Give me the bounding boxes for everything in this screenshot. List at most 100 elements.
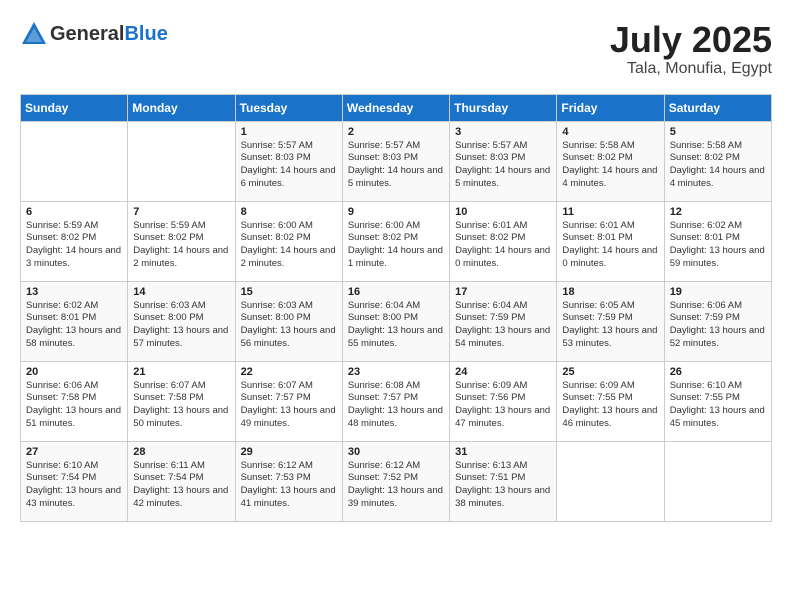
day-number: 20 (26, 366, 122, 378)
logo: GeneralBlue (20, 20, 168, 48)
week-row-3: 13 Sunrise: 6:02 AM Sunset: 8:01 PM Dayli… (21, 281, 772, 361)
cell-content: Sunrise: 6:01 AM Sunset: 8:01 PM Dayligh… (562, 220, 658, 271)
day-number: 4 (562, 126, 658, 138)
cell-content: Sunrise: 6:02 AM Sunset: 8:01 PM Dayligh… (670, 220, 766, 271)
calendar-cell: 11Sunrise: 6:01 AM Sunset: 8:01 PM Dayli… (557, 201, 664, 281)
calendar-cell: 15 Sunrise: 6:03 AM Sunset: 8:00 PM Dayli… (235, 281, 342, 361)
calendar-cell: 18 Sunrise: 6:05 AM Sunset: 7:59 PM Dayli… (557, 281, 664, 361)
cell-content: Sunrise: 6:03 AM Sunset: 8:00 PM Dayligh… (241, 300, 337, 351)
calendar-cell: 16 Sunrise: 6:04 AM Sunset: 8:00 PM Dayli… (342, 281, 449, 361)
day-number: 27 (26, 446, 122, 458)
title-block: July 2025 Tala, Monufia, Egypt (610, 20, 772, 78)
cell-content: Sunrise: 6:10 AM Sunset: 7:55 PM Dayligh… (670, 380, 766, 431)
cell-content: Sunrise: 6:09 AM Sunset: 7:55 PM Dayligh… (562, 380, 658, 431)
calendar-cell (557, 441, 664, 521)
day-number: 23 (348, 366, 444, 378)
calendar-cell: 6 Sunrise: 5:59 AM Sunset: 8:02 PM Daylig… (21, 201, 128, 281)
day-number: 29 (241, 446, 337, 458)
calendar-cell: 5 Sunrise: 5:58 AM Sunset: 8:02 PM Daylig… (664, 121, 771, 201)
cell-content: Sunrise: 6:00 AM Sunset: 8:02 PM Dayligh… (241, 220, 337, 271)
cell-content: Sunrise: 6:11 AM Sunset: 7:54 PM Dayligh… (133, 460, 229, 511)
weekday-header-saturday: Saturday (664, 94, 771, 121)
calendar-cell: 25 Sunrise: 6:09 AM Sunset: 7:55 PM Dayli… (557, 361, 664, 441)
cell-content: Sunrise: 6:02 AM Sunset: 8:01 PM Dayligh… (26, 300, 122, 351)
calendar-cell (664, 441, 771, 521)
weekday-header-monday: Monday (128, 94, 235, 121)
day-number: 7 (133, 206, 229, 218)
cell-content: Sunrise: 6:13 AM Sunset: 7:51 PM Dayligh… (455, 460, 551, 511)
weekday-header-friday: Friday (557, 94, 664, 121)
day-number: 30 (348, 446, 444, 458)
cell-content: Sunrise: 6:07 AM Sunset: 7:58 PM Dayligh… (133, 380, 229, 431)
cell-content: Sunrise: 6:01 AM Sunset: 8:02 PM Dayligh… (455, 220, 551, 271)
day-number: 15 (241, 286, 337, 298)
day-number: 16 (348, 286, 444, 298)
day-number: 22 (241, 366, 337, 378)
day-number: 24 (455, 366, 551, 378)
calendar-cell: 10 Sunrise: 6:01 AM Sunset: 8:02 PM Dayli… (450, 201, 557, 281)
day-number: 10 (455, 206, 551, 218)
calendar-cell: 30Sunrise: 6:12 AM Sunset: 7:52 PM Dayli… (342, 441, 449, 521)
day-number: 31 (455, 446, 551, 458)
calendar-cell: 7 Sunrise: 5:59 AM Sunset: 8:02 PM Daylig… (128, 201, 235, 281)
calendar-cell: 19 Sunrise: 6:06 AM Sunset: 7:59 PM Dayli… (664, 281, 771, 361)
cell-content: Sunrise: 6:04 AM Sunset: 8:00 PM Dayligh… (348, 300, 444, 351)
calendar-cell: 22Sunrise: 6:07 AM Sunset: 7:57 PM Dayli… (235, 361, 342, 441)
day-number: 9 (348, 206, 444, 218)
calendar-cell: 17 Sunrise: 6:04 AM Sunset: 7:59 PM Dayli… (450, 281, 557, 361)
weekday-header-sunday: Sunday (21, 94, 128, 121)
day-number: 3 (455, 126, 551, 138)
day-number: 12 (670, 206, 766, 218)
week-row-1: 1 Sunrise: 5:57 AM Sunset: 8:03 PM Daylig… (21, 121, 772, 201)
day-number: 28 (133, 446, 229, 458)
calendar-cell: 1 Sunrise: 5:57 AM Sunset: 8:03 PM Daylig… (235, 121, 342, 201)
cell-content: Sunrise: 6:12 AM Sunset: 7:53 PM Dayligh… (241, 460, 337, 511)
cell-content: Sunrise: 6:10 AM Sunset: 7:54 PM Dayligh… (26, 460, 122, 511)
calendar-table: SundayMondayTuesdayWednesdayThursdayFrid… (20, 94, 772, 522)
cell-content: Sunrise: 6:06 AM Sunset: 7:59 PM Dayligh… (670, 300, 766, 351)
page-subtitle: Tala, Monufia, Egypt (610, 60, 772, 78)
cell-content: Sunrise: 6:05 AM Sunset: 7:59 PM Dayligh… (562, 300, 658, 351)
day-number: 13 (26, 286, 122, 298)
week-row-4: 20 Sunrise: 6:06 AM Sunset: 7:58 PM Dayli… (21, 361, 772, 441)
cell-content: Sunrise: 6:06 AM Sunset: 7:58 PM Dayligh… (26, 380, 122, 431)
calendar-cell: 8 Sunrise: 6:00 AM Sunset: 8:02 PM Daylig… (235, 201, 342, 281)
day-number: 17 (455, 286, 551, 298)
calendar-cell: 26 Sunrise: 6:10 AM Sunset: 7:55 PM Dayli… (664, 361, 771, 441)
calendar-cell: 13 Sunrise: 6:02 AM Sunset: 8:01 PM Dayli… (21, 281, 128, 361)
page-header: GeneralBlue July 2025 Tala, Monufia, Egy… (20, 20, 772, 78)
weekday-header-thursday: Thursday (450, 94, 557, 121)
calendar-cell: 14Sunrise: 6:03 AM Sunset: 8:00 PM Dayli… (128, 281, 235, 361)
calendar-cell: 12 Sunrise: 6:02 AM Sunset: 8:01 PM Dayli… (664, 201, 771, 281)
day-number: 25 (562, 366, 658, 378)
week-row-5: 27 Sunrise: 6:10 AM Sunset: 7:54 PM Dayli… (21, 441, 772, 521)
cell-content: Sunrise: 5:59 AM Sunset: 8:02 PM Dayligh… (133, 220, 229, 271)
cell-content: Sunrise: 5:57 AM Sunset: 8:03 PM Dayligh… (348, 140, 444, 191)
cell-content: Sunrise: 6:08 AM Sunset: 7:57 PM Dayligh… (348, 380, 444, 431)
cell-content: Sunrise: 6:04 AM Sunset: 7:59 PM Dayligh… (455, 300, 551, 351)
calendar-cell: 4 Sunrise: 5:58 AM Sunset: 8:02 PM Daylig… (557, 121, 664, 201)
day-number: 8 (241, 206, 337, 218)
day-number: 2 (348, 126, 444, 138)
calendar-cell (21, 121, 128, 201)
day-number: 26 (670, 366, 766, 378)
cell-content: Sunrise: 5:58 AM Sunset: 8:02 PM Dayligh… (562, 140, 658, 191)
page-title: July 2025 (610, 20, 772, 60)
logo-icon (20, 20, 48, 48)
day-number: 21 (133, 366, 229, 378)
day-number: 18 (562, 286, 658, 298)
calendar-cell: 21 Sunrise: 6:07 AM Sunset: 7:58 PM Dayli… (128, 361, 235, 441)
day-number: 1 (241, 126, 337, 138)
weekday-header-row: SundayMondayTuesdayWednesdayThursdayFrid… (21, 94, 772, 121)
cell-content: Sunrise: 5:57 AM Sunset: 8:03 PM Dayligh… (455, 140, 551, 191)
cell-content: Sunrise: 5:59 AM Sunset: 8:02 PM Dayligh… (26, 220, 122, 271)
calendar-cell: 23 Sunrise: 6:08 AM Sunset: 7:57 PM Dayli… (342, 361, 449, 441)
day-number: 19 (670, 286, 766, 298)
day-number: 5 (670, 126, 766, 138)
cell-content: Sunrise: 5:58 AM Sunset: 8:02 PM Dayligh… (670, 140, 766, 191)
cell-content: Sunrise: 5:57 AM Sunset: 8:03 PM Dayligh… (241, 140, 337, 191)
calendar-cell: 27 Sunrise: 6:10 AM Sunset: 7:54 PM Dayli… (21, 441, 128, 521)
day-number: 6 (26, 206, 122, 218)
calendar-cell: 24Sunrise: 6:09 AM Sunset: 7:56 PM Dayli… (450, 361, 557, 441)
calendar-cell (128, 121, 235, 201)
